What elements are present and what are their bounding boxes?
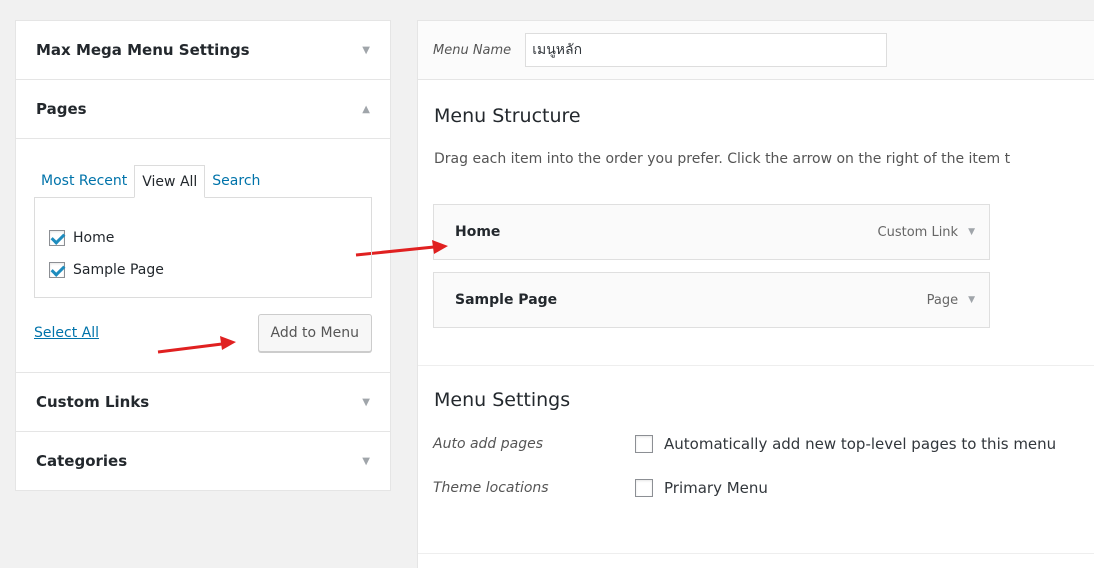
chevron-down-icon[interactable]: ▼ bbox=[968, 227, 975, 237]
custom-links-section: Custom Links ▼ bbox=[16, 373, 390, 432]
select-all-link[interactable]: Select All bbox=[34, 325, 99, 341]
max-mega-menu-settings-header[interactable]: Max Mega Menu Settings ▼ bbox=[16, 21, 390, 79]
primary-menu-checkbox[interactable] bbox=[635, 479, 653, 497]
custom-links-header[interactable]: Custom Links ▼ bbox=[16, 373, 390, 431]
add-to-menu-button[interactable]: Add to Menu bbox=[257, 314, 372, 352]
menu-item-type-label: Custom Link bbox=[877, 224, 959, 240]
auto-add-pages-text: Automatically add new top-level pages to… bbox=[664, 435, 1057, 453]
auto-add-pages-label: Auto add pages bbox=[433, 436, 544, 452]
section-title: Custom Links bbox=[36, 393, 150, 411]
tab-most-recent[interactable]: Most Recent bbox=[34, 165, 134, 197]
settings-heading-wrap: Menu Settings bbox=[418, 389, 570, 411]
menu-name-label: Menu Name bbox=[433, 42, 512, 58]
menu-editor-panel: Menu Name เมนูหลัก Menu Structure Drag e… bbox=[417, 20, 1094, 568]
menu-structure-title: Menu Structure bbox=[434, 105, 581, 127]
pages-tabs: Most Recent View All Search bbox=[34, 165, 372, 198]
tab-view-all[interactable]: View All bbox=[134, 165, 206, 198]
tab-search[interactable]: Search bbox=[205, 165, 267, 197]
menu-item-type-label: Page bbox=[926, 292, 959, 308]
menu-item-type: Page ▼ bbox=[927, 293, 975, 308]
list-item: Sample Page bbox=[49, 254, 357, 286]
menu-name-bar: Menu Name เมนูหลัก bbox=[418, 21, 1094, 80]
section-title: Pages bbox=[36, 100, 87, 118]
sample-page-checkbox[interactable] bbox=[49, 262, 65, 278]
categories-header[interactable]: Categories ▼ bbox=[16, 432, 390, 490]
structure-desc-wrap: Drag each item into the order you prefer… bbox=[418, 151, 1094, 167]
menu-name-input[interactable]: เมนูหลัก bbox=[525, 33, 888, 67]
menu-item-type: Custom Link ▼ bbox=[878, 225, 975, 240]
theme-locations-label: Theme locations bbox=[433, 480, 549, 496]
menu-item-title: Home bbox=[455, 224, 501, 240]
home-checkbox[interactable] bbox=[49, 230, 65, 246]
max-mega-menu-settings-section: Max Mega Menu Settings ▼ bbox=[16, 21, 390, 80]
auto-add-pages-checkbox[interactable] bbox=[635, 435, 653, 453]
chevron-down-icon: ▼ bbox=[362, 44, 370, 56]
menu-item-sample-page[interactable]: Sample Page Page ▼ bbox=[433, 272, 990, 328]
section-divider bbox=[418, 365, 1094, 366]
menu-item-home[interactable]: Home Custom Link ▼ bbox=[433, 204, 990, 260]
primary-menu-text: Primary Menu bbox=[664, 479, 768, 497]
menu-items-sidebar: Max Mega Menu Settings ▼ Pages ▲ Most Re… bbox=[15, 20, 391, 491]
checkbox-label: Home bbox=[73, 230, 115, 246]
chevron-up-icon: ▲ bbox=[362, 103, 370, 115]
auto-add-pages-option: Automatically add new top-level pages to… bbox=[635, 435, 1056, 453]
categories-section: Categories ▼ bbox=[16, 432, 390, 490]
menu-settings-title: Menu Settings bbox=[434, 389, 571, 411]
chevron-down-icon[interactable]: ▼ bbox=[968, 295, 975, 305]
menu-item-title: Sample Page bbox=[455, 292, 558, 308]
checkbox-label: Sample Page bbox=[73, 262, 164, 278]
section-divider bbox=[418, 553, 1094, 554]
chevron-down-icon: ▼ bbox=[362, 455, 370, 467]
pages-checklist: Home Sample Page bbox=[34, 197, 372, 298]
annotation-arrow-icon bbox=[157, 336, 236, 354]
section-title: Max Mega Menu Settings bbox=[36, 41, 250, 59]
section-title: Categories bbox=[36, 452, 128, 470]
structure-heading-wrap: Menu Structure bbox=[418, 105, 581, 127]
menu-structure-description: Drag each item into the order you prefer… bbox=[434, 151, 1011, 167]
chevron-down-icon: ▼ bbox=[362, 396, 370, 408]
pages-header[interactable]: Pages ▲ bbox=[16, 80, 390, 138]
primary-menu-option: Primary Menu bbox=[635, 479, 768, 497]
list-item: Home bbox=[49, 222, 357, 254]
